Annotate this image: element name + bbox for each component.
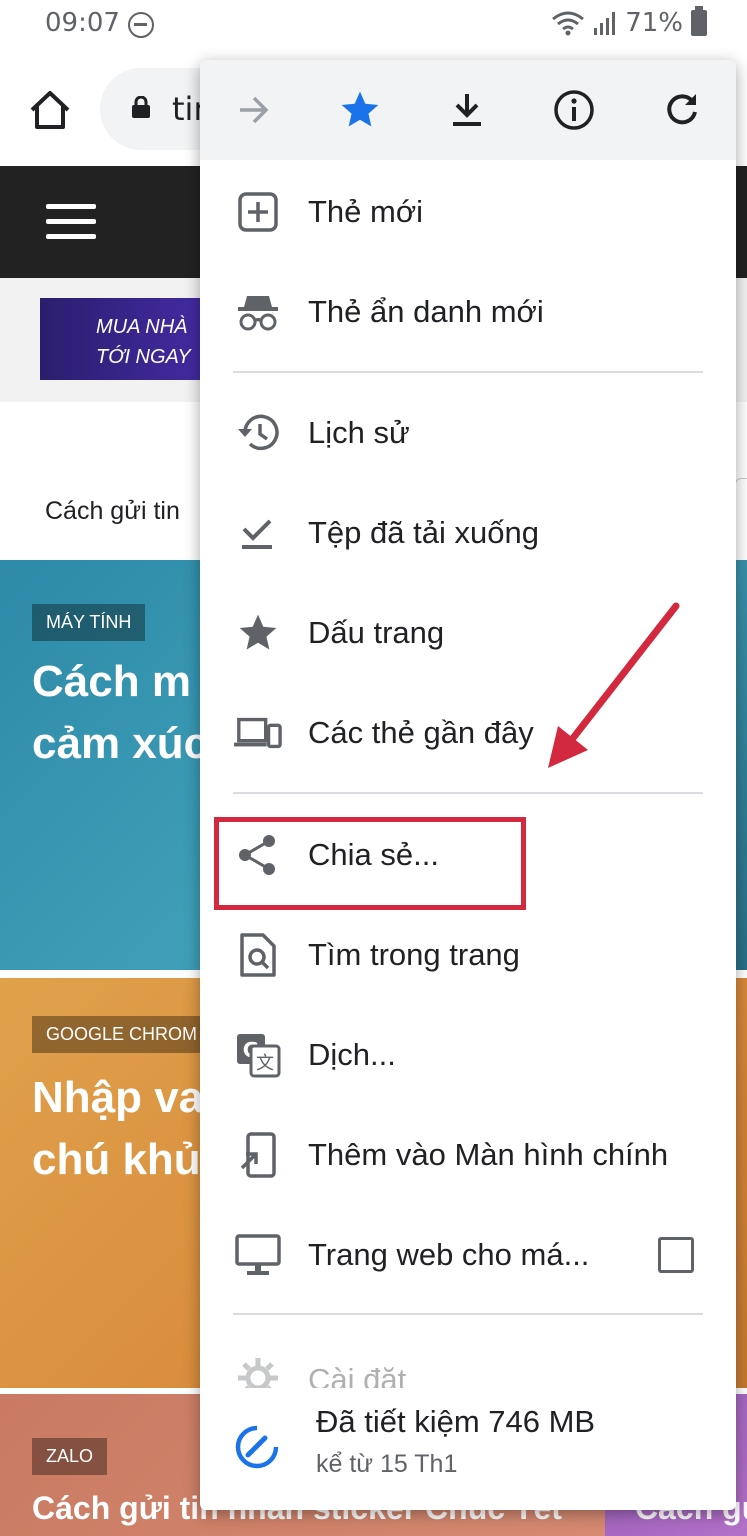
category-tag[interactable]: MÁY TÍNH (32, 604, 146, 641)
article-title-line-2: chú khủ (32, 1135, 201, 1184)
overflow-menu: Thẻ mới Thẻ ẩn danh mới Lịch sử Tệp đã t… (200, 60, 736, 1510)
article-title-line-1: Nhập va (32, 1073, 204, 1122)
status-bar: 09:07 71% (0, 0, 747, 50)
menu-item-history[interactable]: Lịch sử (200, 383, 736, 483)
recent-tabs-icon (234, 709, 282, 757)
download-icon[interactable] (445, 88, 489, 132)
menu-item-new-incognito-tab[interactable]: Thẻ ẩn danh mới (200, 262, 736, 362)
battery-percent: 71% (625, 8, 683, 38)
downloads-icon (234, 509, 282, 557)
svg-text:文: 文 (256, 1053, 274, 1074)
forward-icon[interactable] (232, 88, 276, 132)
menu-divider (233, 371, 703, 373)
menu-item-label: Cài đặt (308, 1362, 407, 1388)
data-saver-subtext: kể từ 15 Th1 (316, 1450, 458, 1478)
article-title-line-2: cảm xúc (32, 719, 209, 768)
menu-item-label: Dấu trang (308, 615, 445, 650)
bookmarks-icon (234, 609, 282, 657)
settings-icon (234, 1354, 282, 1388)
menu-item-downloads[interactable]: Tệp đã tải xuống (200, 483, 736, 583)
bookmark-star-icon[interactable] (338, 88, 382, 132)
new-tab-icon (234, 188, 282, 236)
menu-item-label: Thẻ ẩn danh mới (308, 294, 544, 329)
battery-icon (691, 6, 707, 36)
hamburger-menu-icon[interactable] (46, 204, 96, 240)
menu-item-new-tab[interactable]: Thẻ mới (200, 162, 736, 262)
desktop-site-icon (234, 1231, 282, 1279)
lock-icon (132, 96, 150, 118)
info-icon[interactable] (552, 88, 596, 132)
menu-item-label: Lịch sử (308, 415, 410, 450)
page-caption[interactable]: Cách gửi tin (45, 497, 180, 526)
reload-icon[interactable] (660, 88, 704, 132)
menu-item-translate[interactable]: G文 Dịch... (200, 1005, 736, 1105)
signal-icon (594, 12, 616, 35)
menu-item-label: Thẻ mới (308, 194, 424, 229)
menu-item-add-to-home-screen[interactable]: Thêm vào Màn hình chính (200, 1105, 736, 1205)
incognito-icon (234, 288, 282, 336)
data-saver-text[interactable]: Đã tiết kiệm 746 MB (316, 1404, 595, 1440)
history-icon (234, 409, 282, 457)
menu-item-desktop-site[interactable]: Trang web cho má... (200, 1205, 736, 1305)
find-in-page-icon (234, 931, 282, 979)
category-tag[interactable]: ZALO (32, 1438, 108, 1475)
menu-item-settings[interactable]: Cài đặt (200, 1342, 736, 1388)
status-indicators: 71% (551, 6, 707, 38)
annotation-arrow (548, 602, 680, 768)
menu-item-label: Thêm vào Màn hình chính (308, 1137, 669, 1172)
menu-item-find-in-page[interactable]: Tìm trong trang (200, 905, 736, 1005)
menu-item-label: Tìm trong trang (308, 937, 520, 972)
translate-icon: G文 (234, 1031, 282, 1079)
menu-item-settings-row: Cài đặt (200, 1342, 736, 1388)
category-tag[interactable]: GOOGLE CHROM (32, 1016, 212, 1053)
menu-divider (233, 1313, 703, 1315)
data-saver-icon (235, 1425, 279, 1469)
annotation-highlight-box (214, 817, 526, 910)
status-time: 09:07 (45, 8, 120, 38)
menu-item-label: Tệp đã tải xuống (308, 515, 539, 550)
menu-item-label: Dịch... (308, 1037, 396, 1072)
article-title-line-1: Cách m (32, 657, 191, 706)
add-to-home-icon (234, 1131, 282, 1179)
wifi-icon (552, 11, 585, 36)
do-not-disturb-icon (128, 12, 154, 38)
menu-item-label: Các thẻ gần đây (308, 715, 534, 750)
menu-action-bar (200, 60, 736, 160)
desktop-site-checkbox[interactable] (658, 1237, 694, 1273)
menu-divider (233, 792, 703, 794)
menu-item-label: Trang web cho má... (308, 1237, 590, 1272)
home-icon[interactable] (28, 88, 72, 132)
